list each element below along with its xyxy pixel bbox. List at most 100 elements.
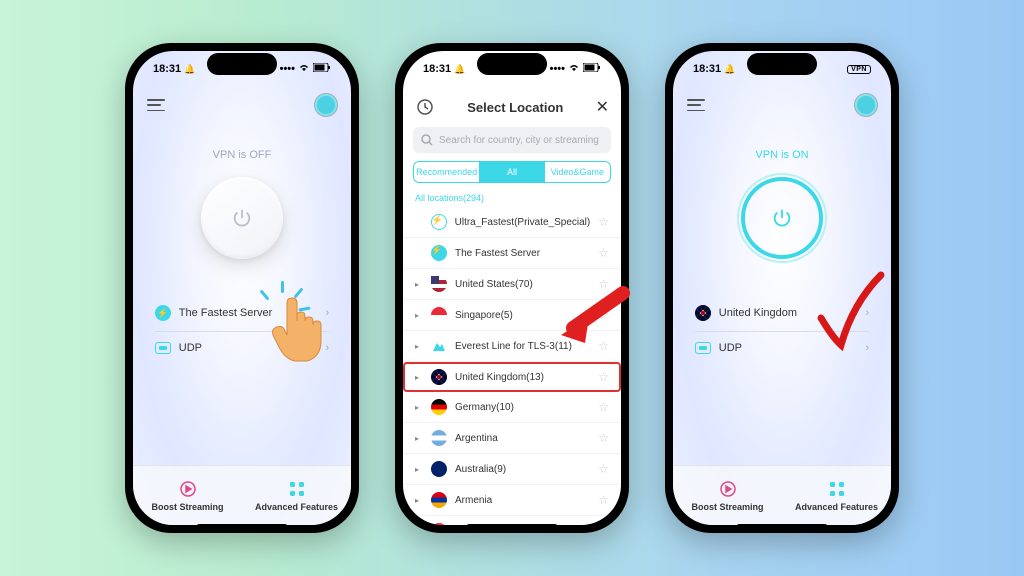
tab-video-game[interactable]: Video&Game [545, 162, 610, 182]
favorite-star-icon[interactable]: ☆ [598, 524, 609, 525]
status-time: 18:31 [423, 63, 451, 75]
flag-icon [431, 492, 447, 508]
play-icon [179, 480, 197, 498]
flag-icon [431, 399, 447, 415]
play-icon [719, 480, 737, 498]
server-label: United Kingdom [719, 307, 797, 319]
app-header [133, 87, 351, 123]
back-button[interactable] [415, 97, 435, 117]
uk-flag-icon [695, 305, 711, 321]
location-name: Singapore(5) [455, 310, 513, 321]
alarm-icon: 🔔 [454, 64, 465, 75]
phone-frame-3: 18:31 🔔 VPN VPN is ON United Kingdom [665, 43, 899, 533]
location-name: The Fastest Server [455, 248, 540, 259]
expand-icon: ▸ [415, 280, 423, 289]
location-name: Germany(10) [455, 402, 514, 413]
phone-frame-2: 18:31 🔔 •••• Select Location ✕ Search fo… [395, 43, 629, 533]
advanced-label: Advanced Features [795, 502, 878, 512]
location-item[interactable]: ▸ Australia(9) ☆ [403, 454, 621, 485]
location-item[interactable]: ⚡ Ultra_Fastest(Private_Special) ☆ [403, 207, 621, 238]
tab-recommended[interactable]: Recommended [414, 162, 479, 182]
expand-icon: ▸ [415, 311, 423, 320]
favorite-star-icon[interactable]: ☆ [598, 370, 609, 384]
favorite-star-icon[interactable]: ☆ [598, 462, 609, 476]
signal-icon: •••• [280, 63, 295, 75]
favorite-star-icon[interactable]: ☆ [598, 400, 609, 414]
location-name: Armenia [455, 495, 492, 506]
phone-frame-1: 18:31 🔔 •••• VPN is OFF ⚡ The [125, 43, 359, 533]
location-name: United States(70) [455, 279, 533, 290]
wifi-icon [298, 63, 310, 76]
location-header: Select Location ✕ [403, 87, 621, 127]
tab-all[interactable]: All [479, 162, 544, 182]
location-item[interactable]: ▸ Armenia ☆ [403, 485, 621, 516]
boost-streaming-button[interactable]: Boost Streaming [133, 466, 242, 525]
location-item[interactable]: ▸ Germany(10) ☆ [403, 392, 621, 423]
home-indicator [467, 524, 557, 528]
expand-icon: ▸ [415, 465, 423, 474]
location-item[interactable]: ⚡The Fastest Server☆ [403, 238, 621, 269]
power-icon [771, 207, 793, 229]
menu-icon[interactable] [147, 99, 165, 111]
wifi-icon [568, 63, 580, 76]
power-button[interactable] [741, 177, 823, 259]
battery-icon [583, 63, 601, 75]
boost-label: Boost Streaming [151, 502, 223, 512]
favorite-star-icon[interactable]: ☆ [598, 215, 609, 229]
power-icon [231, 207, 253, 229]
search-input[interactable]: Search for country, city or streaming [413, 127, 611, 153]
attention-arrow-overlay [553, 283, 633, 358]
page-title: Select Location [467, 100, 563, 115]
location-list[interactable]: ⚡ Ultra_Fastest(Private_Special) ☆⚡ The Fas… [403, 207, 621, 525]
favorite-star-icon[interactable]: ☆ [598, 246, 609, 260]
signal-icon: •••• [550, 63, 565, 75]
success-checkmark-overlay [813, 263, 893, 368]
location-item[interactable]: ▸ United Kingdom(13) ☆ [403, 362, 621, 392]
bottom-actions: Boost Streaming Advanced Features [673, 465, 891, 525]
close-button[interactable]: ✕ [596, 97, 609, 117]
battery-icon [313, 63, 331, 75]
favorite-star-icon[interactable]: ☆ [598, 493, 609, 507]
expand-icon: ▸ [415, 434, 423, 443]
alarm-icon: 🔔 [184, 64, 195, 75]
flag-icon: ⚡ [431, 214, 447, 230]
avatar[interactable] [315, 94, 337, 116]
favorite-star-icon[interactable]: ☆ [598, 431, 609, 445]
flag-icon [431, 369, 447, 385]
protocol-icon [155, 342, 171, 354]
app-header [673, 87, 891, 123]
alarm-icon: 🔔 [724, 64, 735, 75]
expand-icon: ▸ [415, 496, 423, 505]
location-name: Ultra_Fastest(Private_Special) [455, 217, 591, 228]
notch [477, 53, 547, 75]
location-name: Argentina [455, 433, 498, 444]
home-indicator [737, 524, 827, 528]
grid-icon [828, 480, 846, 498]
avatar[interactable] [855, 94, 877, 116]
flag-icon [431, 523, 447, 525]
expand-icon: ▸ [415, 342, 423, 351]
flag-icon [431, 430, 447, 446]
location-name: Australia(9) [455, 464, 506, 475]
advanced-features-button[interactable]: Advanced Features [782, 466, 891, 525]
bolt-icon: ⚡ [155, 305, 171, 321]
flag-icon [431, 276, 447, 292]
location-name: United Kingdom(13) [455, 372, 544, 383]
status-time: 18:31 [153, 63, 181, 75]
expand-icon: ▸ [415, 373, 423, 382]
flag-icon [431, 461, 447, 477]
protocol-label: UDP [719, 342, 742, 354]
flag-icon [431, 307, 447, 323]
grid-icon [288, 480, 306, 498]
menu-icon[interactable] [687, 99, 705, 111]
flag-icon [431, 338, 447, 354]
expand-icon: ▸ [415, 403, 423, 412]
power-button[interactable] [201, 177, 283, 259]
notch [207, 53, 277, 75]
location-tabs: Recommended All Video&Game [413, 161, 611, 183]
list-header: All locations(294) [403, 189, 621, 207]
search-placeholder: Search for country, city or streaming [439, 135, 599, 146]
advanced-features-button[interactable]: Advanced Features [242, 466, 351, 525]
boost-streaming-button[interactable]: Boost Streaming [673, 466, 782, 525]
location-item[interactable]: ▸ Argentina ☆ [403, 423, 621, 454]
